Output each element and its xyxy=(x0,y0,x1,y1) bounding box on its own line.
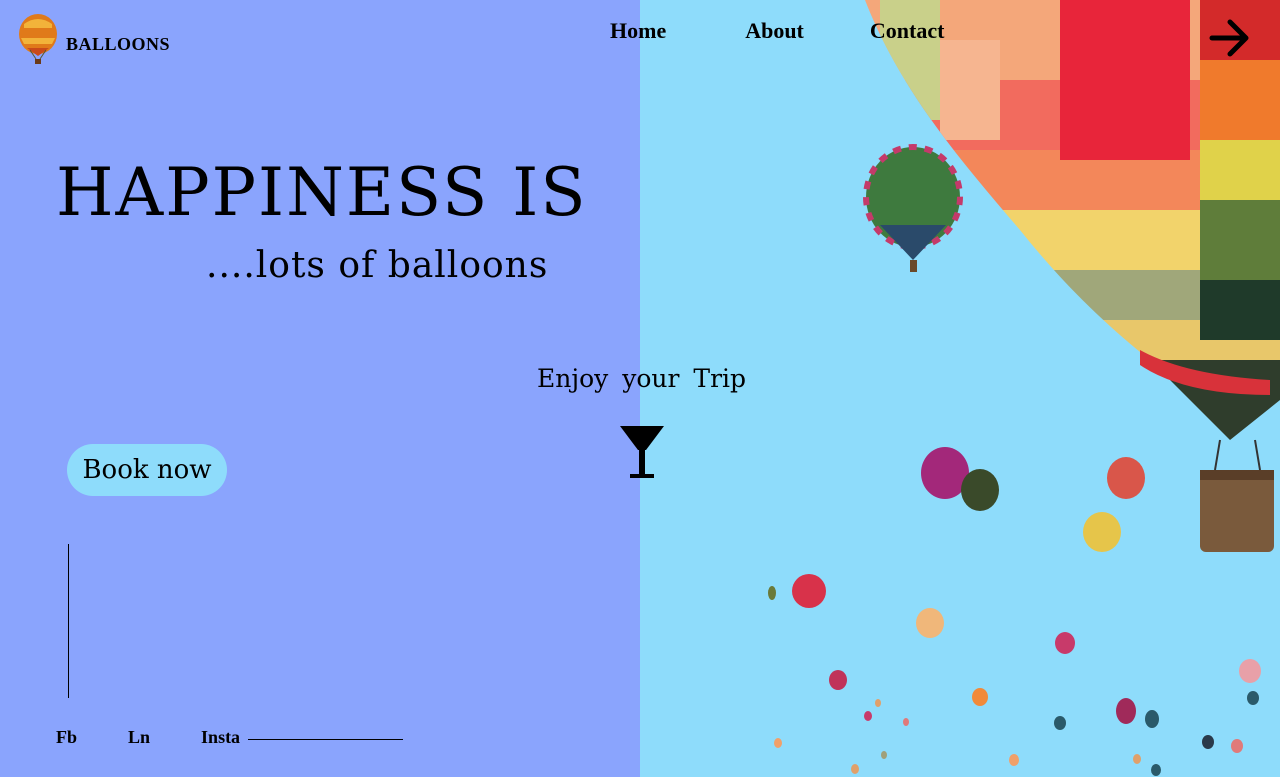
main-nav: Home About Contact xyxy=(610,18,944,44)
social-links: Fb Ln Insta xyxy=(56,727,404,748)
book-now-button[interactable]: Book now xyxy=(67,444,227,496)
next-arrow-button[interactable] xyxy=(1208,16,1252,60)
arrow-right-icon xyxy=(1209,19,1249,57)
decorative-horizontal-line xyxy=(248,739,404,740)
hero-subline: ....lots of balloons xyxy=(206,245,549,286)
brand-name: BALLOONS xyxy=(66,33,171,54)
social-linkedin-link[interactable]: Ln xyxy=(128,727,150,748)
nav-about-link[interactable]: About xyxy=(745,18,804,44)
hero-headline: HAPPINESS IS xyxy=(56,154,588,231)
hero-tagline: Enjoy your Trip xyxy=(537,364,747,393)
cocktail-glass-icon xyxy=(620,426,664,478)
nav-contact-link[interactable]: Contact xyxy=(870,18,945,44)
decorative-vertical-line xyxy=(68,544,69,698)
brand-logo[interactable]: BALLOONS xyxy=(18,14,170,66)
social-facebook-link[interactable]: Fb xyxy=(56,727,77,748)
hot-air-balloon-icon xyxy=(19,14,57,64)
social-instagram-link[interactable]: Insta xyxy=(201,727,240,748)
nav-home-link[interactable]: Home xyxy=(610,18,666,44)
